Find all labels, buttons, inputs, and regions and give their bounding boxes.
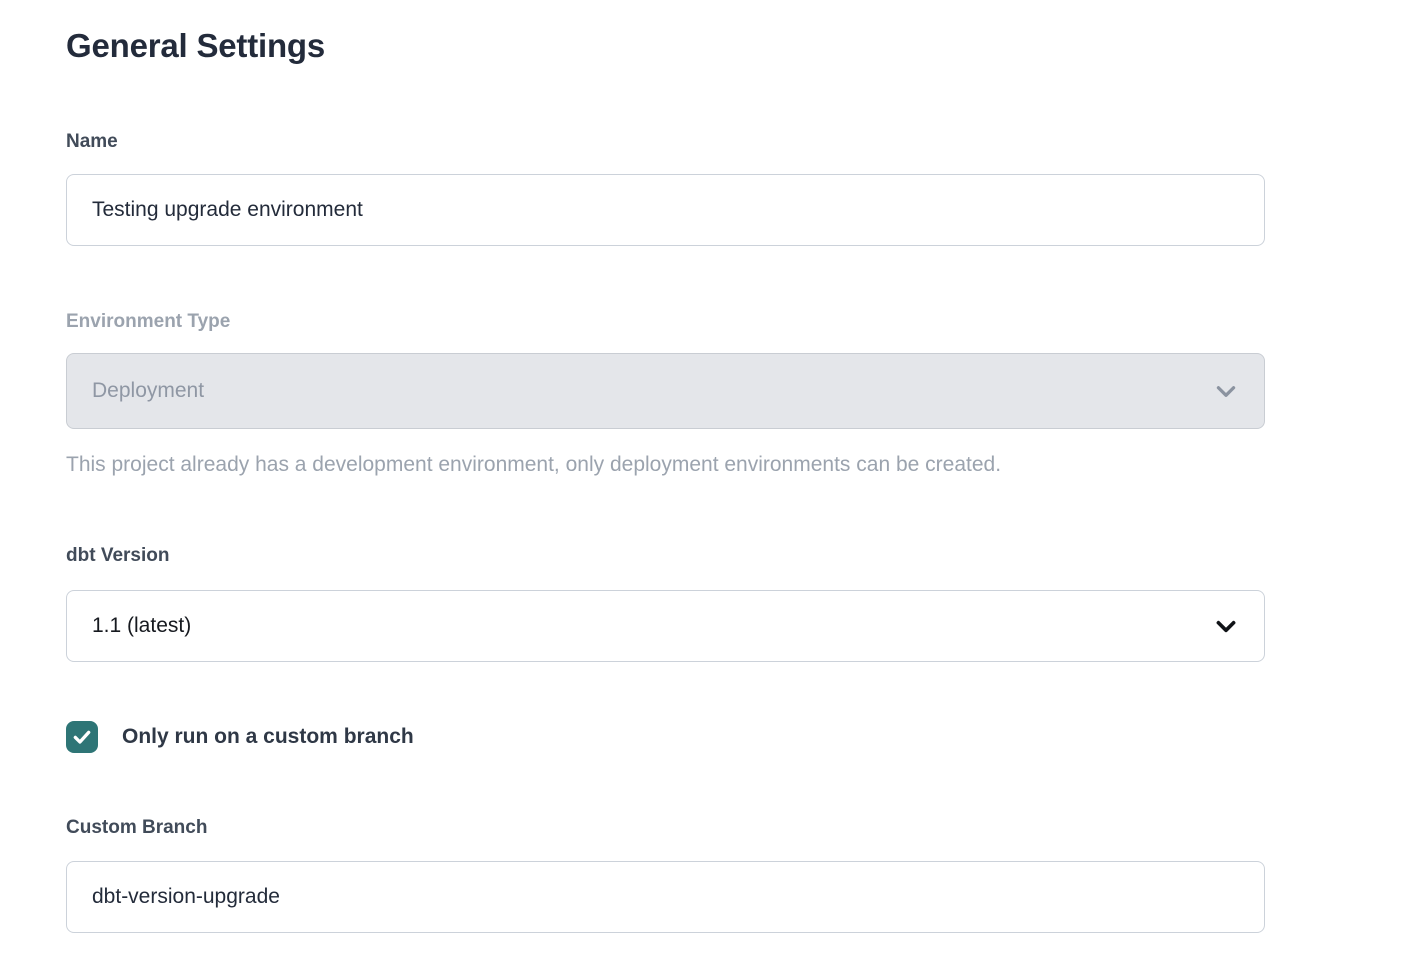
environment-type-field-group: Environment Type Deployment This project… <box>66 310 1265 478</box>
custom-branch-toggle-row: Only run on a custom branch <box>66 721 1265 753</box>
chevron-down-icon <box>1213 613 1239 639</box>
dbt-version-label: dbt Version <box>66 544 1265 568</box>
name-input[interactable] <box>66 174 1265 246</box>
custom-branch-label: Custom Branch <box>66 816 1265 840</box>
environment-type-select: Deployment <box>66 353 1265 429</box>
page-title: General Settings <box>66 26 1265 66</box>
custom-branch-field-group: Custom Branch <box>66 816 1265 933</box>
environment-type-label: Environment Type <box>66 310 1265 334</box>
custom-branch-toggle-label[interactable]: Only run on a custom branch <box>122 725 414 749</box>
dbt-version-field-group: dbt Version 1.1 (latest) <box>66 544 1265 662</box>
general-settings-page: General Settings Name Environment Type D… <box>0 0 1265 933</box>
dbt-version-select[interactable]: 1.1 (latest) <box>66 590 1265 662</box>
custom-branch-input[interactable] <box>66 861 1265 933</box>
name-label: Name <box>66 130 1265 154</box>
chevron-down-icon <box>1213 378 1239 404</box>
custom-branch-checkbox[interactable] <box>66 721 98 753</box>
dbt-version-value: 1.1 (latest) <box>92 614 191 638</box>
settings-form: Name Environment Type Deployment This pr… <box>66 130 1265 933</box>
check-icon <box>72 727 92 747</box>
environment-type-value: Deployment <box>92 379 204 403</box>
name-field-group: Name <box>66 130 1265 246</box>
environment-type-helper-text: This project already has a development e… <box>66 451 1265 478</box>
